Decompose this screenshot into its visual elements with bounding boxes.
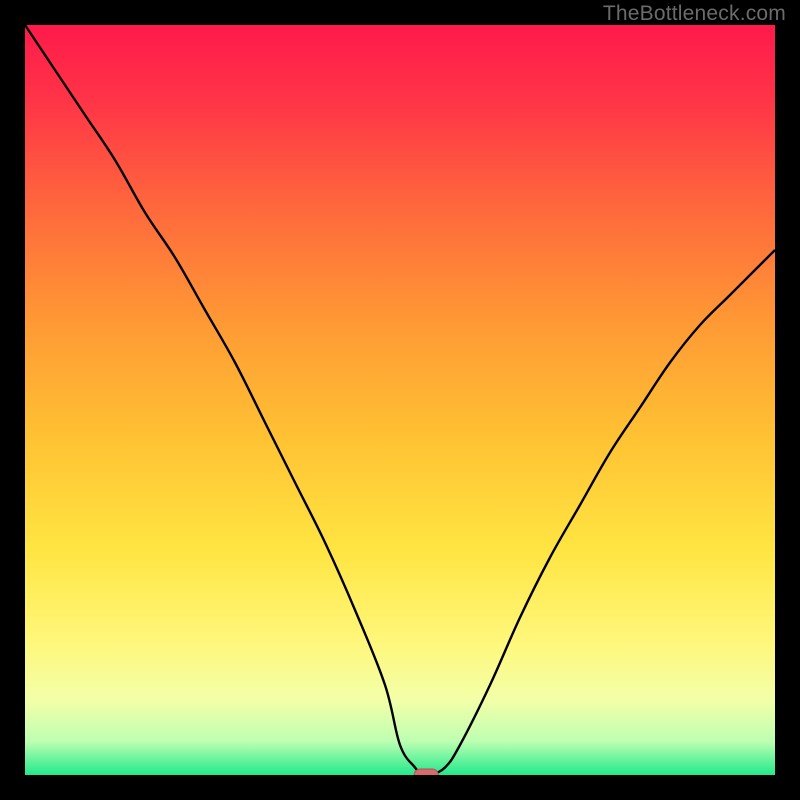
- gradient-background: [25, 25, 775, 775]
- chart-plot-area: [25, 25, 775, 775]
- optimal-marker: [414, 769, 438, 775]
- bottleneck-chart: [25, 25, 775, 775]
- watermark-text: TheBottleneck.com: [603, 2, 786, 26]
- chart-frame: TheBottleneck.com: [0, 0, 800, 800]
